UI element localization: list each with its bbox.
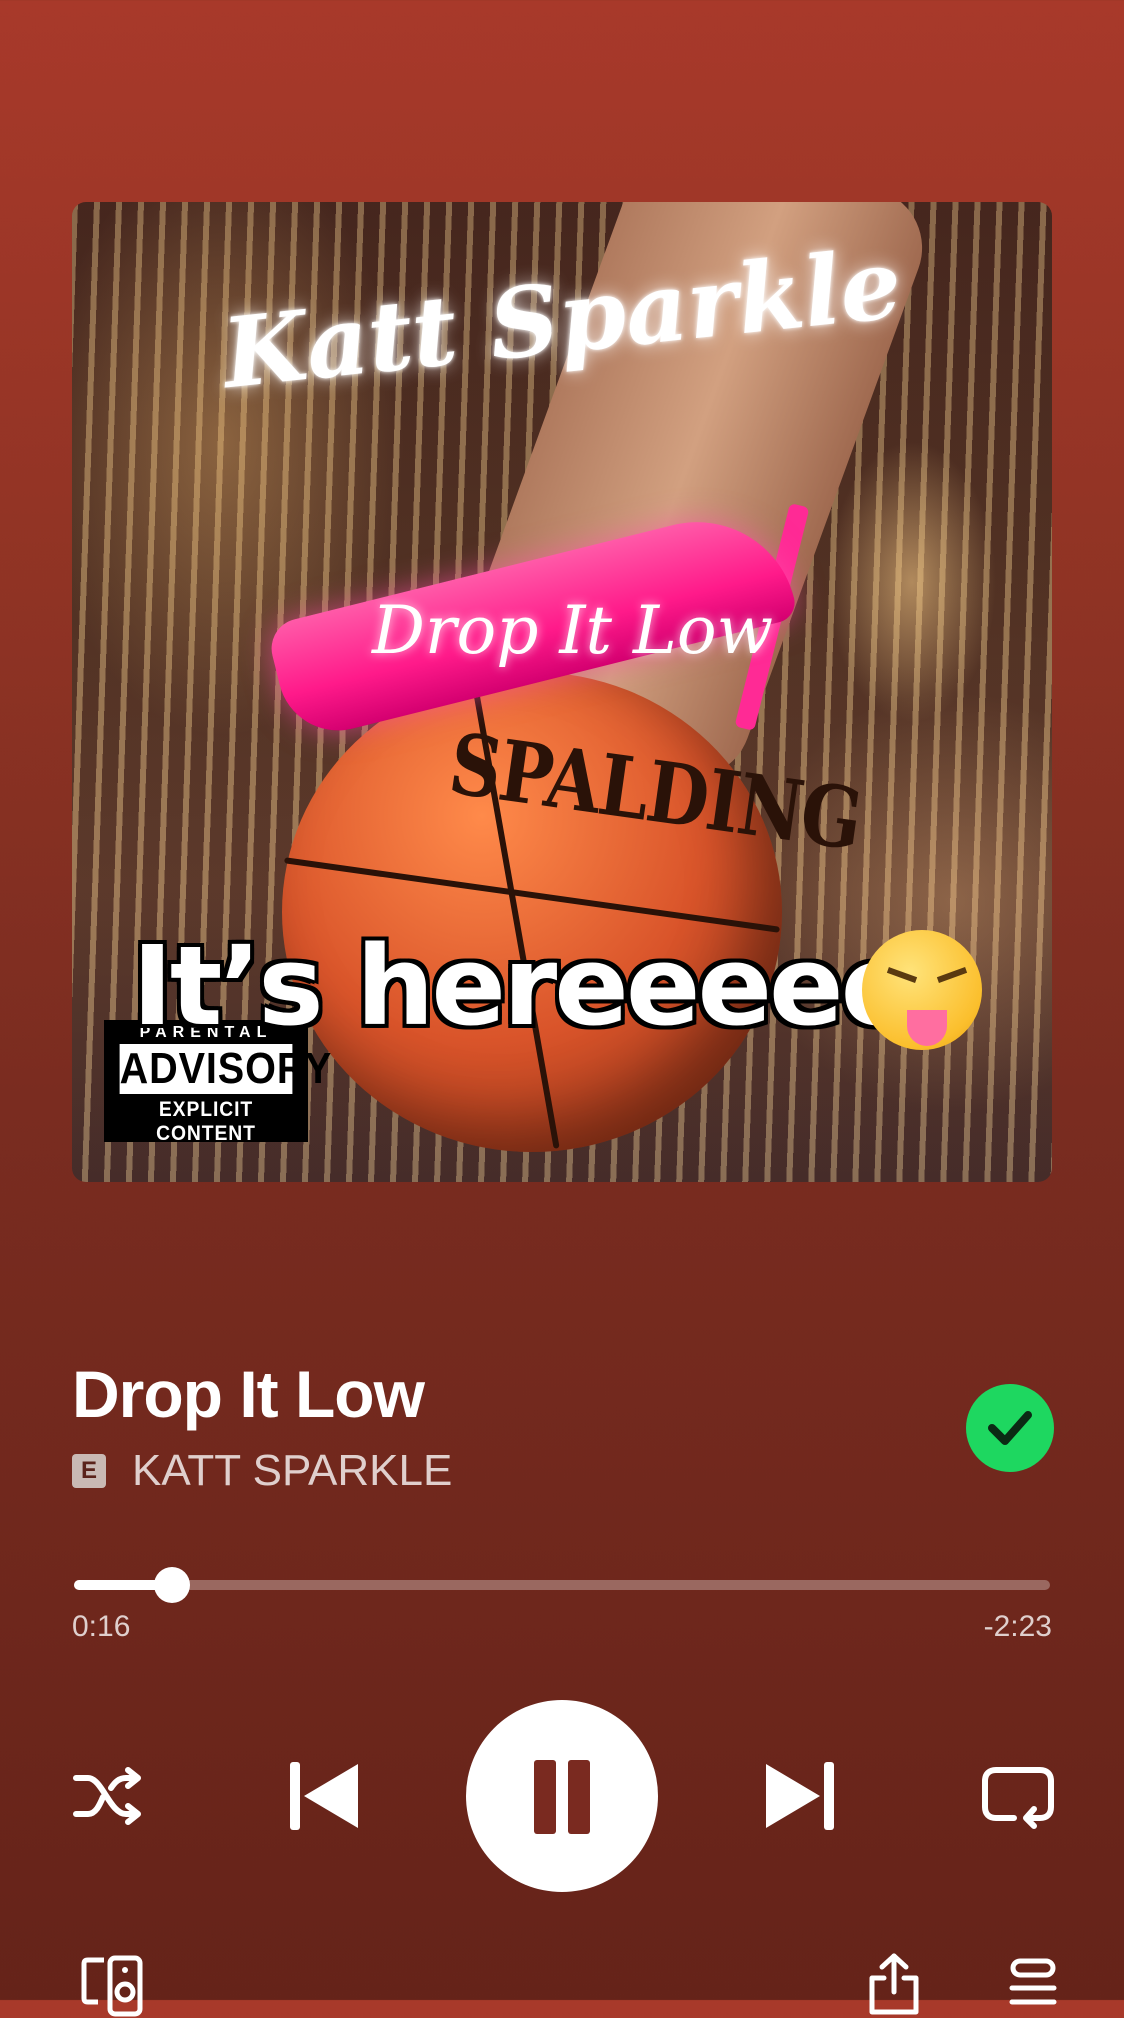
shuffle-icon[interactable]: [72, 1764, 144, 1828]
liked-button[interactable]: [966, 1384, 1054, 1472]
song-title[interactable]: Drop It Low: [72, 1356, 425, 1432]
chevron-down-icon[interactable]: [92, 0, 124, 4]
artist-name[interactable]: KATT SPARKLE: [132, 1446, 452, 1496]
art-song-lettering: Drop It Low: [372, 592, 774, 669]
overlay-caption: It’s hereeeee: [132, 922, 915, 1050]
skip-previous-icon[interactable]: [286, 1758, 362, 1834]
checkmark-icon: [988, 1411, 1032, 1445]
queue-icon[interactable]: [1008, 1956, 1058, 2016]
connect-devices-icon[interactable]: [80, 1954, 144, 2018]
pause-icon: [534, 1760, 556, 1834]
progress-thumb[interactable]: [153, 1567, 190, 1603]
elapsed-time: 0:16: [72, 1610, 131, 1643]
advisory-middle: ADVISORY: [119, 1044, 333, 1094]
skip-next-icon[interactable]: [762, 1758, 838, 1834]
share-icon[interactable]: [866, 1952, 922, 2016]
pause-icon: [568, 1760, 590, 1834]
remaining-time: -2:23: [983, 1610, 1052, 1643]
progress-bar[interactable]: [74, 1567, 1050, 1603]
top-bar: [0, 0, 1124, 20]
explicit-badge: E: [72, 1454, 106, 1488]
album-art: SPALDING Katt Sparkle Drop It Low PARENT…: [72, 202, 1052, 1182]
pause-button[interactable]: [466, 1700, 658, 1892]
repeat-icon[interactable]: [980, 1762, 1056, 1830]
advisory-bottom: EXPLICIT CONTENT: [156, 1098, 256, 1145]
